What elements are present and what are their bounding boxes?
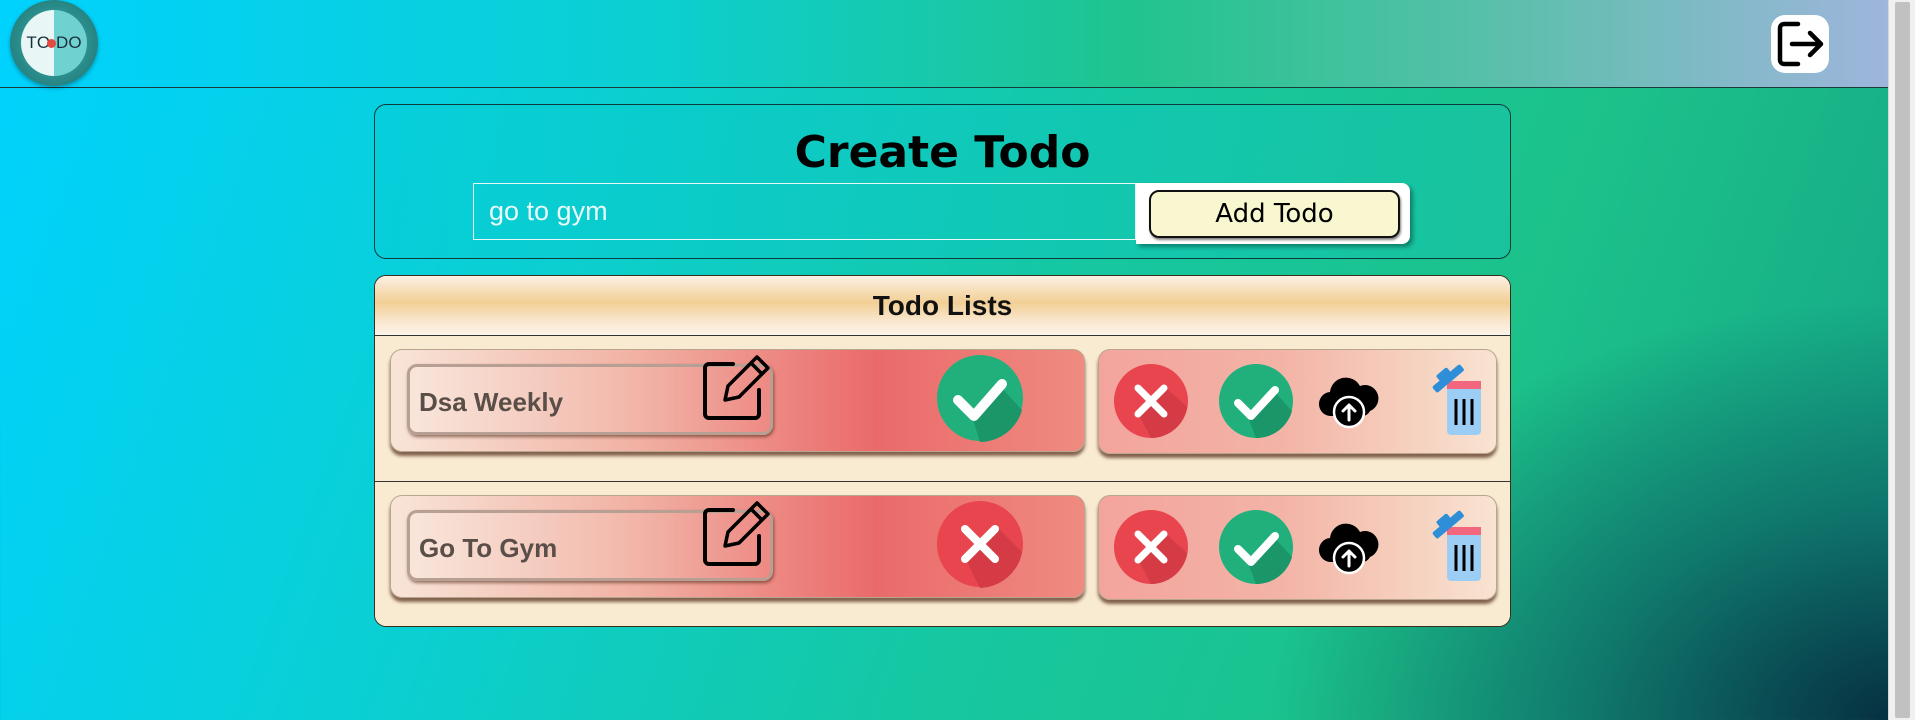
todo-actions bbox=[1098, 349, 1497, 454]
upload-button[interactable] bbox=[1310, 362, 1388, 440]
trash-icon bbox=[1432, 510, 1481, 581]
edit-icon[interactable] bbox=[699, 350, 771, 422]
mark-incomplete-button[interactable] bbox=[1112, 362, 1190, 440]
logo-letter-o2: O bbox=[68, 33, 82, 52]
todo-actions bbox=[1098, 495, 1497, 600]
delete-button[interactable] bbox=[1417, 508, 1495, 586]
logo-dot-icon bbox=[47, 38, 57, 48]
create-todo-panel: Create Todo Add Todo bbox=[374, 104, 1511, 259]
trash-icon bbox=[1432, 364, 1481, 435]
logo-letter-d: D bbox=[56, 33, 69, 52]
logout-icon bbox=[1777, 21, 1824, 67]
upload-button[interactable] bbox=[1310, 508, 1388, 586]
mark-incomplete-button[interactable] bbox=[1112, 508, 1190, 586]
completed-status-icon[interactable] bbox=[936, 354, 1024, 442]
delete-button[interactable] bbox=[1417, 362, 1495, 440]
cloud-upload-icon bbox=[1318, 523, 1379, 575]
x-circle-icon bbox=[1114, 510, 1188, 584]
app-header: T O D O bbox=[0, 0, 1888, 88]
todo-title: Go To Gym bbox=[419, 533, 558, 563]
edit-icon[interactable] bbox=[699, 496, 771, 568]
logo-badge: T O D O bbox=[21, 10, 87, 76]
todo-card: Go To Gym bbox=[390, 495, 1085, 598]
check-circle-icon bbox=[1219, 364, 1293, 439]
todo-input[interactable] bbox=[473, 183, 1136, 240]
todo-row: Go To Gym bbox=[375, 481, 1510, 626]
todo-card: Dsa Weekly bbox=[390, 349, 1085, 452]
cloud-upload-icon bbox=[1318, 377, 1379, 429]
todo-logo[interactable]: T O D O bbox=[10, 0, 98, 86]
todo-row: Dsa Weekly bbox=[375, 336, 1510, 480]
todo-lists-panel: Todo Lists Dsa Weekly Go To Gym bbox=[374, 275, 1511, 627]
mark-complete-button[interactable] bbox=[1217, 362, 1295, 440]
create-todo-title: Create Todo bbox=[794, 127, 1091, 178]
not-completed-status-icon[interactable] bbox=[936, 500, 1024, 588]
todo-title: Dsa Weekly bbox=[419, 387, 564, 417]
x-circle-icon bbox=[1114, 364, 1188, 438]
logout-button[interactable] bbox=[1771, 15, 1829, 73]
vertical-scrollbar[interactable] bbox=[1888, 0, 1915, 720]
add-todo-button-wrap: Add Todo bbox=[1136, 183, 1410, 244]
add-todo-button[interactable]: Add Todo bbox=[1149, 190, 1400, 238]
scrollbar-thumb[interactable] bbox=[1895, 2, 1910, 718]
todo-lists-title: Todo Lists bbox=[375, 276, 1510, 336]
logo-letter-t: T bbox=[26, 33, 37, 52]
mark-complete-button[interactable] bbox=[1217, 508, 1295, 586]
check-circle-icon bbox=[1219, 510, 1293, 585]
